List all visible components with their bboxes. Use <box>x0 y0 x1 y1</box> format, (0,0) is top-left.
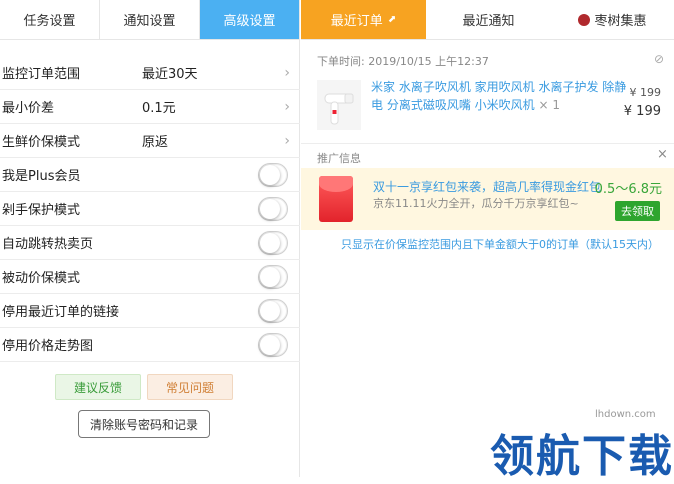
setting-label: 最小价差 <box>2 101 55 116</box>
order-time: 下单时间: 2019/10/15 上午12:37 <box>317 53 489 69</box>
tab-advanced-settings[interactable]: 高级设置 <box>200 0 299 39</box>
clear-account-button[interactable]: 清除账号密码和记录 <box>78 410 210 438</box>
disable-price-chart-toggle[interactable] <box>258 332 288 357</box>
tab-task-settings[interactable]: 任务设置 <box>0 0 100 39</box>
setting-value: 最近30天 <box>142 67 198 82</box>
tab-notify-settings[interactable]: 通知设置 <box>100 0 200 39</box>
setting-fresh-mode[interactable]: 生鲜价保模式 原返 › <box>0 124 300 158</box>
chevron-right-icon: › <box>284 132 290 149</box>
faq-button[interactable]: 常见问题 <box>147 374 233 400</box>
setting-auto-jump: 自动跳转热卖页 <box>0 226 300 260</box>
order-qty: × 1 <box>538 98 560 112</box>
orders-tabs: 最近订单 ⬈ 最近通知 枣树集惠 <box>301 0 674 40</box>
eye-off-icon[interactable]: ⊘ <box>654 52 664 66</box>
order-unit-price: ¥ 199 <box>629 86 662 99</box>
watermark-url: lhdown.com <box>595 409 656 420</box>
orders-panel: 最近订单 ⬈ 最近通知 枣树集惠 下单时间: 2019/10/15 上午12:3… <box>301 0 674 477</box>
order-time-value: 2019/10/15 上午12:37 <box>368 55 489 68</box>
tab-brand[interactable]: 枣树集惠 <box>551 0 674 39</box>
product-thumbnail[interactable] <box>317 80 361 130</box>
promo-title: 双十一京享红包来袭，超高几率得现金红包 <box>373 180 602 194</box>
passive-protect-toggle[interactable] <box>258 264 288 289</box>
setting-label: 我是Plus会员 <box>2 169 81 184</box>
disable-order-link-toggle[interactable] <box>258 298 288 323</box>
setting-label: 停用价格走势图 <box>2 339 94 354</box>
setting-plus-member: 我是Plus会员 <box>0 158 300 192</box>
setting-disable-order-link: 停用最近订单的链接 <box>0 294 300 328</box>
feedback-button[interactable]: 建议反馈 <box>55 374 141 400</box>
orders-footnote: 只显示在价保监控范围内且下单金额大于0的订单（默认15天内） <box>341 238 659 251</box>
chevron-right-icon: › <box>284 98 290 115</box>
shopping-protect-toggle[interactable] <box>258 196 288 221</box>
tab-label: 枣树集惠 <box>594 14 647 29</box>
setting-disable-price-chart: 停用价格走势图 <box>0 328 300 362</box>
setting-value: 原返 <box>142 135 169 150</box>
tab-recent-orders[interactable]: 最近订单 ⬈ <box>301 0 426 39</box>
order-item: 米家 水离子吹风机 家用吹风机 水离子护发 除静电 分离式磁吸风嘴 小米吹风机 … <box>317 78 662 134</box>
close-icon[interactable]: × <box>657 147 668 162</box>
claim-button[interactable]: 去领取 <box>615 201 660 221</box>
setting-label: 生鲜价保模式 <box>2 135 81 150</box>
auto-jump-toggle[interactable] <box>258 230 288 255</box>
promo-range: 0.5～6.8元 <box>594 182 662 197</box>
setting-label: 被动价保模式 <box>2 271 81 286</box>
order-price: ¥ 199 <box>623 104 661 119</box>
promo-desc: 京东11.11火力全开，瓜分千万京享红包~ <box>373 197 579 210</box>
external-link-icon: ⬈ <box>387 14 397 25</box>
setting-label: 剁手保护模式 <box>2 203 81 218</box>
chevron-right-icon: › <box>284 64 290 81</box>
setting-label: 停用最近订单的链接 <box>2 305 120 320</box>
promo-header: 推广信息 <box>317 152 361 165</box>
divider <box>301 143 674 144</box>
setting-shopping-protect: 剁手保护模式 <box>0 192 300 226</box>
watermark-logo: 领航下载 <box>490 431 674 482</box>
tab-label: 最近订单 <box>330 14 383 29</box>
order-title: 米家 水离子吹风机 家用吹风机 水离子护发 除静电 分离式磁吸风嘴 小米吹风机 <box>371 80 627 112</box>
tab-recent-notices[interactable]: 最近通知 <box>426 0 551 39</box>
setting-passive-protect: 被动价保模式 <box>0 260 300 294</box>
setting-label: 自动跳转热卖页 <box>2 237 94 252</box>
order-title-link[interactable]: 米家 水离子吹风机 家用吹风机 水离子护发 除静电 分离式磁吸风嘴 小米吹风机 … <box>371 78 631 114</box>
settings-list: 监控订单范围 最近30天 › 最小价差 0.1元 › 生鲜价保模式 原返 › 我… <box>0 56 300 362</box>
setting-value: 0.1元 <box>142 101 176 116</box>
order-time-label: 下单时间: <box>317 55 365 68</box>
promo-banner[interactable]: 双十一京享红包来袭，超高几率得现金红包 京东11.11火力全开，瓜分千万京享红包… <box>301 168 674 230</box>
setting-monitor-range[interactable]: 监控订单范围 最近30天 › <box>0 56 300 90</box>
help-buttons: 建议反馈 常见问题 <box>55 374 233 400</box>
red-envelope-icon <box>319 176 353 222</box>
setting-min-diff[interactable]: 最小价差 0.1元 › <box>0 90 300 124</box>
brand-logo-icon <box>578 13 591 26</box>
plus-member-toggle[interactable] <box>258 162 288 187</box>
setting-label: 监控订单范围 <box>2 67 81 82</box>
settings-tabs: 任务设置 通知设置 高级设置 <box>0 0 299 40</box>
settings-panel: 任务设置 通知设置 高级设置 监控订单范围 最近30天 › 最小价差 0.1元 … <box>0 0 300 477</box>
